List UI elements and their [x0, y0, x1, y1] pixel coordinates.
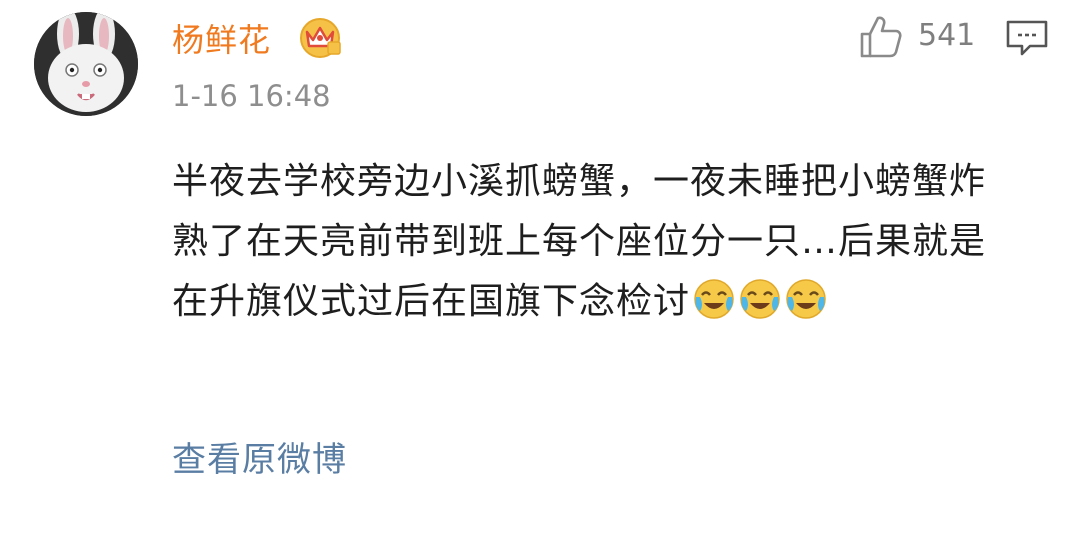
timestamp: 1-16 16:48 [172, 79, 331, 113]
vip-crown-icon [300, 18, 341, 58]
thumbs-up-icon [860, 16, 902, 58]
like-button[interactable]: 541 [858, 14, 988, 60]
comment-body: 半夜去学校旁边小溪抓螃蟹，一夜未睡把小螃蟹炸熟了在天亮前带到班上每个座位分一只…… [172, 161, 987, 322]
avatar[interactable] [34, 12, 138, 116]
like-count: 541 [918, 18, 976, 53]
laugh-cry-icon [740, 279, 780, 319]
view-original-link[interactable]: 查看原微博 [172, 436, 347, 484]
comment-card: 杨鲜花 1-16 16:48 541 半夜去学校旁边小溪抓螃蟹，一夜未睡把小螃蟹… [0, 0, 1080, 542]
laugh-cry-icon [694, 279, 734, 319]
comment-text: 半夜去学校旁边小溪抓螃蟹，一夜未睡把小螃蟹炸熟了在天亮前带到班上每个座位分一只…… [172, 152, 1012, 332]
username[interactable]: 杨鲜花 [172, 18, 271, 62]
laugh-cry-icon [786, 279, 826, 319]
comment-bubble-icon[interactable] [1004, 18, 1050, 58]
rabbit-avatar-icon [34, 12, 138, 116]
